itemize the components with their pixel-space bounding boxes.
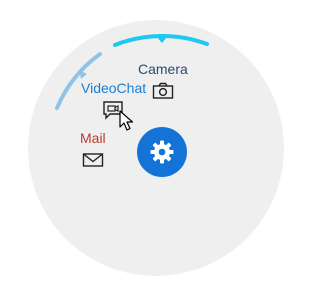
mouse-pointer-icon (119, 110, 134, 131)
camera-icon[interactable] (152, 81, 174, 101)
radial-menu: Camera VideoChat Mail (0, 0, 306, 295)
camera-label[interactable]: Camera (138, 61, 188, 77)
video-chat-label[interactable]: VideoChat (81, 80, 146, 96)
gear-icon (150, 140, 174, 164)
mail-label[interactable]: Mail (80, 130, 106, 146)
settings-center-button[interactable] (137, 127, 187, 177)
mail-icon[interactable] (82, 150, 104, 170)
